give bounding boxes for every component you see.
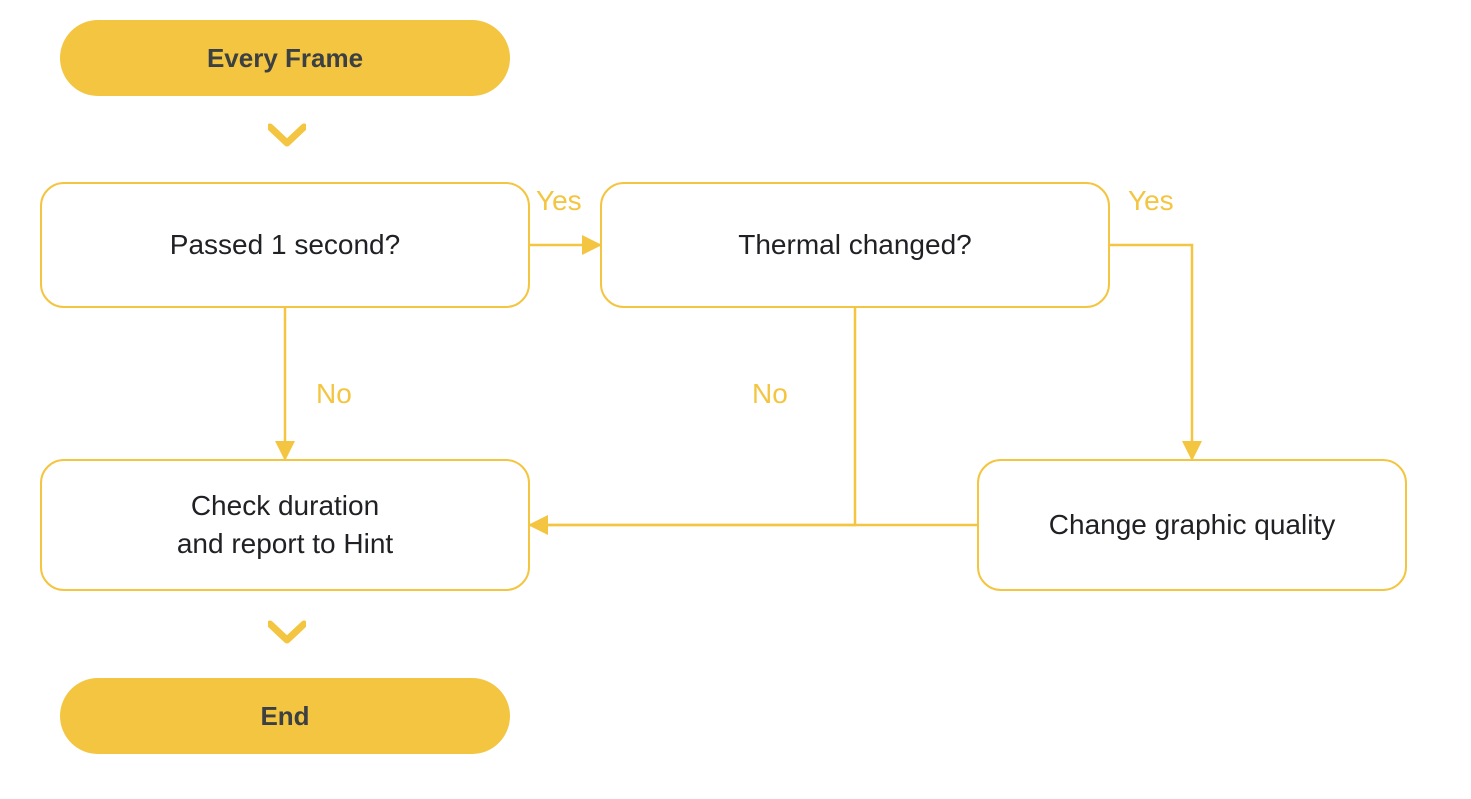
end-label: End (260, 701, 309, 732)
process-check-duration: Check duration and report to Hint (40, 459, 530, 591)
start-node: Every Frame (60, 20, 510, 96)
decision-thermal-changed: Thermal changed? (600, 182, 1110, 308)
process-change-graphic-quality: Change graphic quality (977, 459, 1407, 591)
edge-label-d1-no: No (316, 378, 352, 410)
decision1-label: Passed 1 second? (170, 226, 400, 264)
decision2-label: Thermal changed? (738, 226, 971, 264)
flowchart-canvas: Every Frame Passed 1 second? Thermal cha… (0, 0, 1471, 799)
chevron-down-icon (268, 620, 306, 653)
edge-label-d1-yes: Yes (536, 185, 582, 217)
end-node: End (60, 678, 510, 754)
edge-label-d2-no: No (752, 378, 788, 410)
edge-d2-yes (1110, 245, 1192, 459)
start-label: Every Frame (207, 43, 363, 74)
edge-label-d2-yes: Yes (1128, 185, 1174, 217)
decision-passed-1-second: Passed 1 second? (40, 182, 530, 308)
chevron-down-icon (268, 123, 306, 156)
edge-d2-no (530, 308, 855, 525)
process1-label: Check duration and report to Hint (177, 487, 393, 563)
process2-label: Change graphic quality (1049, 506, 1335, 544)
